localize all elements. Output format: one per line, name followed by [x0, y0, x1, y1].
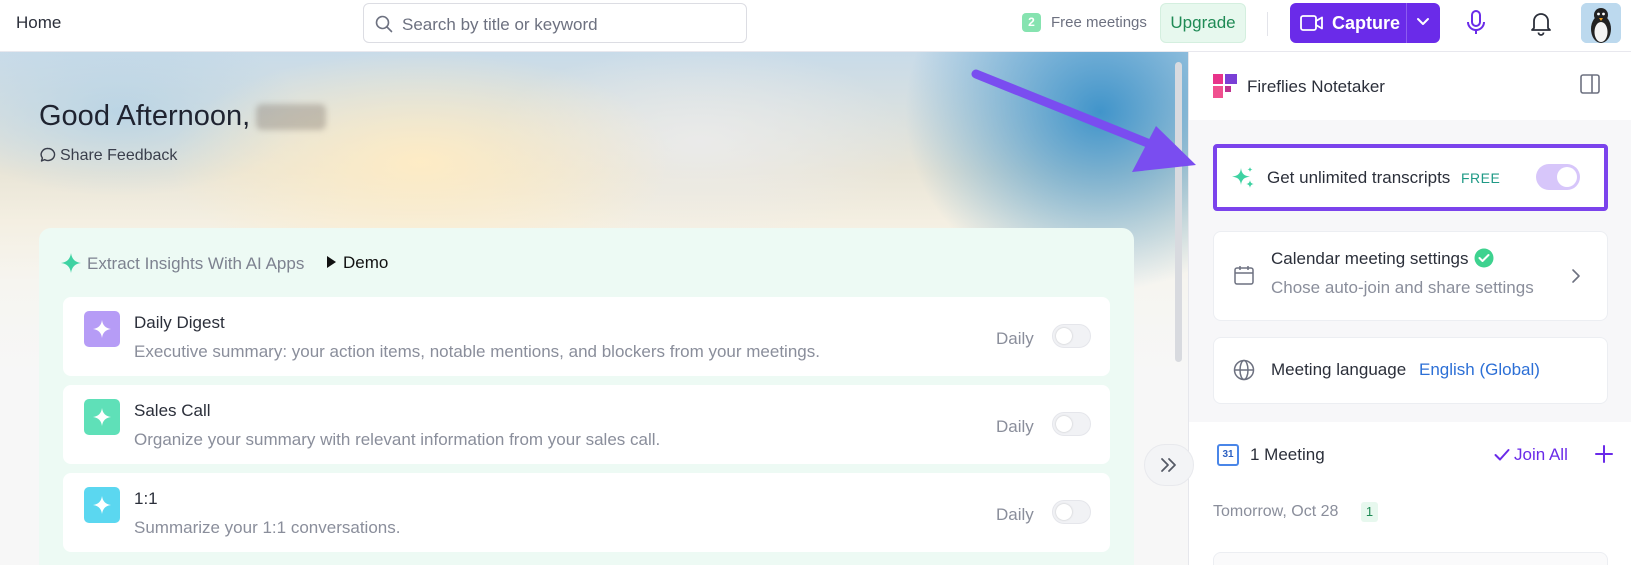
- unlimited-transcripts-row[interactable]: Get unlimited transcripts FREE: [1213, 144, 1608, 211]
- unlimited-transcripts-label: Get unlimited transcripts: [1267, 168, 1451, 187]
- sparkles-icon: [1232, 167, 1254, 188]
- free-meetings-label: Free meetings: [1051, 14, 1147, 31]
- ai-app-tile: [84, 311, 120, 347]
- search-placeholder: Search by title or keyword: [402, 15, 598, 34]
- share-feedback-link[interactable]: Share Feedback: [40, 147, 177, 165]
- chevron-right-icon: [1572, 269, 1580, 283]
- check-icon: [1494, 449, 1510, 461]
- user-name-blurred: [256, 104, 327, 131]
- greeting: Good Afternoon,: [39, 100, 327, 133]
- sparkle-icon: [61, 253, 81, 273]
- home-main: Good Afternoon, Share Feedback Extract I…: [0, 52, 1188, 565]
- notetaker-panel: Fireflies Notetaker Get unlimited transc…: [1188, 52, 1631, 565]
- top-bar: Home Search by title or keyword 2 Free m…: [0, 0, 1631, 52]
- notetaker-panel-header: Fireflies Notetaker: [1189, 52, 1631, 120]
- ai-app-title: 1:1: [134, 489, 158, 508]
- calendar-settings-subtitle: Chose auto-join and share settings: [1271, 278, 1534, 297]
- ai-app-frequency: Daily: [996, 329, 1034, 348]
- double-chevron-right-icon: [1161, 458, 1176, 472]
- share-feedback-label: Share Feedback: [60, 147, 178, 164]
- list-item[interactable]: Sales Call Organize your summary with re…: [63, 385, 1110, 464]
- list-item[interactable]: Daily Digest Executive summary: your act…: [63, 297, 1110, 376]
- divider: [1406, 3, 1407, 43]
- ai-app-tile: [84, 487, 120, 523]
- ai-app-title: Sales Call: [134, 401, 211, 420]
- join-all-button[interactable]: Join All: [1494, 445, 1568, 465]
- free-meetings-count-badge: 2: [1022, 13, 1041, 32]
- ai-app-toggle[interactable]: [1052, 412, 1091, 436]
- search-icon: [375, 15, 393, 33]
- bell-icon[interactable]: [1530, 10, 1552, 36]
- capture-label: Capture: [1332, 13, 1401, 33]
- demo-link[interactable]: Demo: [327, 253, 388, 273]
- microphone-icon[interactable]: [1465, 10, 1487, 36]
- calendar-icon: [1234, 266, 1254, 285]
- calendar-meeting-settings-row[interactable]: Calendar meeting settings Chose auto-joi…: [1213, 231, 1608, 321]
- avatar[interactable]: [1581, 3, 1621, 43]
- sparkle-icon: [93, 496, 111, 514]
- ai-apps-heading: Extract Insights With AI Apps: [61, 253, 304, 274]
- divider: [1267, 12, 1268, 36]
- check-circle-icon: [1474, 248, 1494, 268]
- search-input[interactable]: Search by title or keyword: [363, 3, 747, 43]
- page-title-home[interactable]: Home: [16, 13, 61, 33]
- meeting-language-value[interactable]: English (Global): [1419, 360, 1540, 380]
- penguin-avatar-icon: [1581, 3, 1621, 43]
- meeting-count: 1 Meeting: [1250, 445, 1325, 464]
- unlimited-transcripts-toggle[interactable]: [1536, 164, 1580, 190]
- meeting-day-label: Tomorrow, Oct 28: [1213, 503, 1339, 520]
- meeting-language-row[interactable]: Meeting language English (Global): [1213, 337, 1608, 404]
- join-all-label: Join All: [1514, 445, 1568, 464]
- upgrade-button[interactable]: Upgrade: [1160, 3, 1246, 43]
- sparkle-icon: [93, 320, 111, 338]
- chat-bubble-icon: [40, 147, 56, 162]
- meetings-section: 31 1 Meeting Join All Tomorrow, Oct 28 1: [1189, 422, 1631, 565]
- panel-title: Fireflies Notetaker: [1247, 77, 1385, 96]
- google-calendar-icon: 31: [1217, 444, 1239, 466]
- globe-icon: [1233, 359, 1255, 381]
- list-item[interactable]: 1:1 Summarize your 1:1 conversations. Da…: [63, 473, 1110, 552]
- ai-app-frequency: Daily: [996, 417, 1034, 436]
- ai-app-description: Summarize your 1:1 conversations.: [134, 518, 401, 537]
- video-camera-icon: [1300, 15, 1323, 31]
- ai-app-toggle[interactable]: [1052, 500, 1091, 524]
- scrollbar[interactable]: [1175, 62, 1182, 362]
- play-icon: [327, 256, 336, 268]
- free-badge: FREE: [1461, 170, 1501, 186]
- meeting-language-label: Meeting language: [1271, 360, 1407, 379]
- capture-button[interactable]: Capture: [1290, 3, 1440, 43]
- ai-app-description: Organize your summary with relevant info…: [134, 430, 661, 449]
- calendar-settings-title: Calendar meeting settings: [1271, 249, 1469, 268]
- greeting-text: Good Afternoon,: [39, 100, 251, 132]
- demo-label: Demo: [343, 253, 389, 272]
- sidebar-toggle-icon[interactable]: [1579, 73, 1601, 95]
- expand-panel-button[interactable]: [1144, 444, 1194, 486]
- ai-app-frequency: Daily: [996, 505, 1034, 524]
- add-meeting-icon[interactable]: [1594, 444, 1614, 464]
- chevron-down-icon[interactable]: [1416, 17, 1430, 27]
- ai-app-title: Daily Digest: [134, 313, 225, 332]
- ai-apps-card: Extract Insights With AI Apps Demo Daily…: [39, 228, 1134, 565]
- ai-app-toggle[interactable]: [1052, 324, 1091, 348]
- ai-apps-heading-text: Extract Insights With AI Apps: [87, 254, 305, 273]
- sparkle-icon: [93, 408, 111, 426]
- calendar-day-number: 31: [1222, 449, 1234, 460]
- ai-app-tile: [84, 399, 120, 435]
- ai-app-description: Executive summary: your action items, no…: [134, 342, 820, 361]
- fireflies-logo-icon: [1213, 74, 1237, 98]
- meeting-day-count-badge: 1: [1361, 502, 1378, 522]
- meeting-card[interactable]: [1213, 552, 1608, 565]
